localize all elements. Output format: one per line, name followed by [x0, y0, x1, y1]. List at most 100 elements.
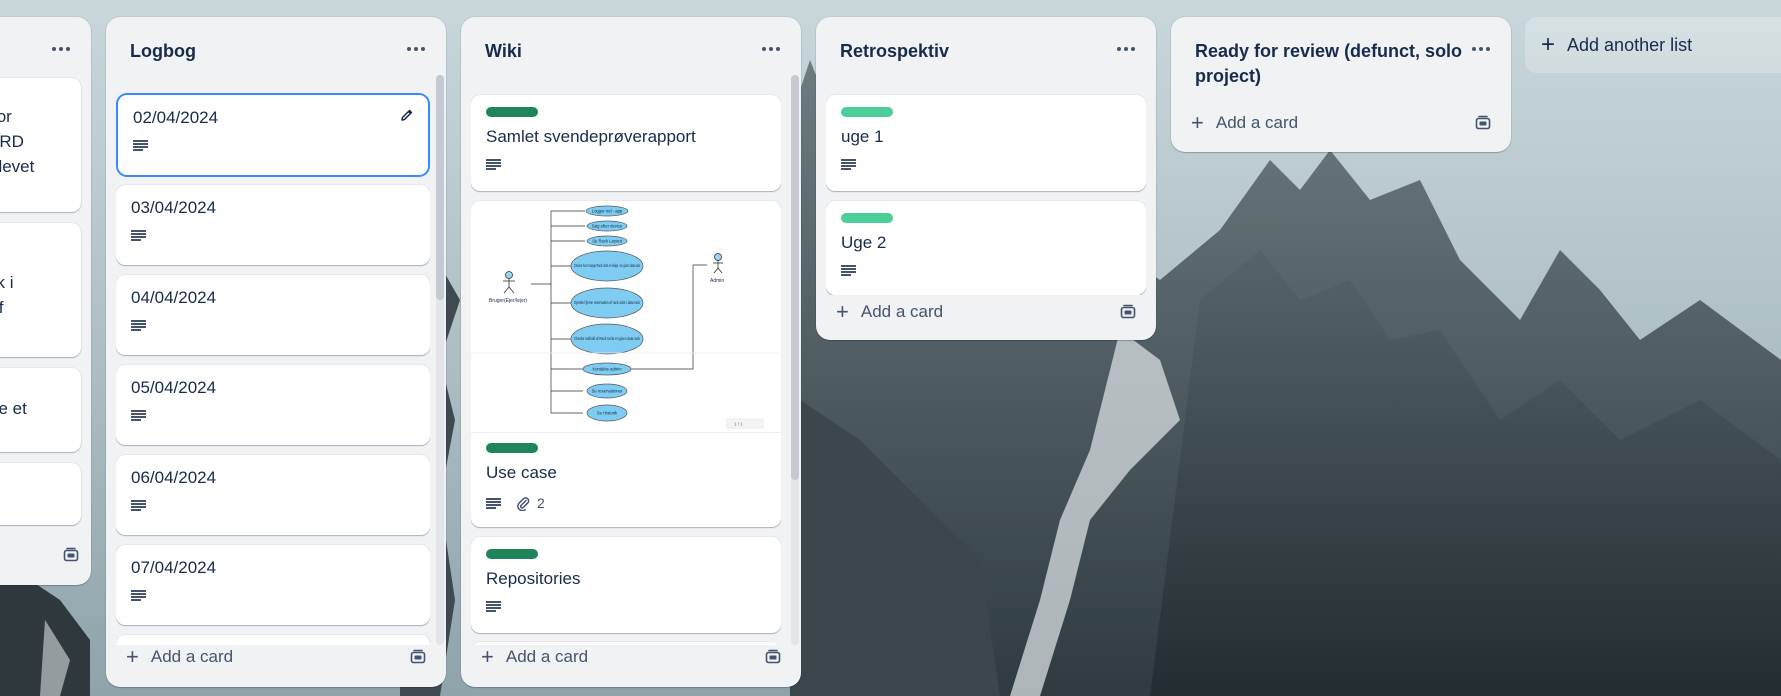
description-icon — [486, 497, 501, 509]
card-label-green[interactable] — [486, 443, 538, 453]
card-partial-text: for — [0, 107, 12, 126]
card-samlet-svendeproeverapport[interactable]: Samlet svendeprøverapport — [471, 95, 781, 191]
card-logbog-0604[interactable]: 06/04/2024 — [116, 455, 430, 535]
list-scrollbar[interactable] — [791, 75, 799, 645]
add-card-button[interactable]: + Add a card — [832, 295, 1140, 329]
card-repositories[interactable]: Repositories — [471, 537, 781, 633]
use-case-label: Kontakte admin — [592, 367, 622, 372]
list-menu-button[interactable] — [400, 35, 432, 63]
list-menu-button[interactable] — [45, 35, 77, 63]
card-partial-4[interactable] — [0, 463, 81, 525]
card-label-green[interactable] — [841, 107, 893, 117]
card-partial-1[interactable]: for ERD blevet — [0, 78, 81, 212]
card-title: Samlet svendeprøverapport — [486, 127, 696, 146]
description-icon — [486, 601, 501, 612]
card-list: uge 1 Uge 2 — [826, 75, 1146, 295]
card-list: 02/04/2024 03/04/2024 04/04/2024 05/04/2… — [116, 75, 430, 645]
list-scrollbar-thumb[interactable] — [791, 75, 799, 480]
card-logbog-0504[interactable]: 05/04/2024 — [116, 365, 430, 445]
create-from-template-icon[interactable] — [1120, 304, 1136, 320]
list-title[interactable]: Logbog — [130, 39, 446, 64]
card-title: 03/04/2024 — [131, 198, 217, 217]
add-card-button[interactable]: + Add a card — [1187, 106, 1495, 140]
description-icon — [131, 320, 146, 331]
actor-figure-icon — [713, 253, 723, 274]
create-from-template-icon[interactable] — [63, 547, 79, 563]
list-header: Wiki — [461, 17, 801, 77]
list-logbog: Logbog 02/04/2024 03/04/2024 04/04/2024 … — [106, 17, 446, 687]
description-icon — [841, 159, 856, 170]
card-label-green[interactable] — [486, 107, 538, 117]
card-use-case[interactable]: Bruger(Ejer/lejer) Admin Logger ind - ap… — [471, 201, 781, 527]
card-badges: 2 — [486, 495, 767, 511]
card-partial-text: if — [0, 298, 4, 317]
attachments-badge: 2 — [515, 495, 545, 511]
list-partial: for ERD blevet ck i if tte et — [0, 17, 91, 585]
use-case-label: Se Rack Layout — [592, 239, 622, 244]
plus-icon: + — [481, 644, 494, 669]
card-cover-image: Bruger(Ejer/lejer) Admin Logger ind - ap… — [471, 201, 781, 433]
card-list: Samlet svendeprøverapport Bruger(Ejer/le… — [471, 75, 781, 645]
plus-icon: + — [1191, 110, 1204, 135]
list-title[interactable]: Wiki — [485, 39, 801, 64]
card-logbog-0304[interactable]: 03/04/2024 — [116, 185, 430, 265]
list-scrollbar-thumb[interactable] — [436, 75, 444, 300]
create-from-template-icon[interactable] — [1475, 115, 1491, 131]
page-indicator: 1 / 1 — [734, 422, 743, 427]
plus-icon: + — [1541, 31, 1556, 58]
card-partial-3[interactable]: tte et — [0, 368, 81, 452]
description-icon — [486, 159, 501, 170]
use-case-label: Søg efter device — [592, 224, 623, 229]
list-title-line: Ready for review (defunct, solo — [1195, 41, 1463, 61]
card-title: 05/04/2024 — [131, 378, 217, 397]
add-another-list-button[interactable]: + Add another list — [1525, 17, 1781, 73]
edit-pencil-icon[interactable] — [400, 108, 414, 122]
use-case-label: Se Historik — [597, 411, 618, 416]
card-title: 07/04/2024 — [131, 558, 217, 577]
card-label-green[interactable] — [841, 213, 893, 223]
add-card-button[interactable]: + Add a card — [477, 640, 785, 674]
list-menu-button[interactable] — [755, 35, 787, 63]
list-title[interactable]: Ready for review (defunct, solo project) — [1195, 39, 1511, 89]
list-header: Logbog — [106, 17, 446, 77]
card-title: 06/04/2024 — [131, 468, 217, 487]
paperclip-icon — [517, 497, 530, 511]
list-title-line: project) — [1195, 66, 1262, 86]
card-partial-text: blevet — [0, 157, 35, 176]
card-logbog-0404[interactable]: 04/04/2024 — [116, 275, 430, 355]
list-scrollbar[interactable] — [436, 75, 444, 645]
add-list-label: Add another list — [1567, 34, 1693, 55]
list-wiki: Wiki Samlet svendeprøverapport Bruger(Ej… — [461, 17, 801, 687]
card-title: uge 1 — [841, 127, 884, 146]
list-header: Retrospektiv — [816, 17, 1156, 77]
card-title: Repositories — [486, 569, 581, 588]
list-menu-button[interactable] — [1110, 35, 1142, 63]
add-card-button[interactable]: + Add a card — [122, 640, 430, 674]
card-title: Uge 2 — [841, 233, 887, 252]
card-logbog-0204[interactable]: 02/04/2024 — [118, 95, 428, 175]
actor-right-label: Admin — [710, 278, 724, 284]
create-from-template-icon[interactable] — [410, 649, 426, 665]
actor-left-label: Bruger(Ejer/lejer) — [489, 298, 527, 304]
card-uge-1[interactable]: uge 1 — [826, 95, 1146, 191]
card-title: 04/04/2024 — [131, 288, 217, 307]
card-logbog-0704[interactable]: 07/04/2024 — [116, 545, 430, 625]
list-menu-button[interactable] — [1465, 35, 1497, 63]
description-icon — [131, 410, 146, 421]
description-icon — [133, 140, 148, 151]
attachments-count: 2 — [537, 495, 545, 511]
use-case-label: Se reservationer — [592, 389, 623, 394]
card-partial-text: ERD — [0, 132, 24, 151]
list-retrospektiv: Retrospektiv uge 1 Uge 2 + Add a card — [816, 17, 1156, 340]
description-icon — [131, 500, 146, 511]
card-label-green[interactable] — [486, 549, 538, 559]
plus-icon: + — [836, 299, 849, 324]
list-title[interactable]: Retrospektiv — [840, 39, 1156, 64]
card-uge-2[interactable]: Uge 2 — [826, 201, 1146, 295]
card-partial-2[interactable]: ck i if — [0, 223, 81, 357]
card-partial-text: ck i — [0, 273, 14, 292]
use-case-label: Logger ind - app — [592, 209, 623, 214]
card-partial-text: tte et — [0, 399, 27, 418]
description-icon — [131, 590, 146, 601]
create-from-template-icon[interactable] — [765, 649, 781, 665]
